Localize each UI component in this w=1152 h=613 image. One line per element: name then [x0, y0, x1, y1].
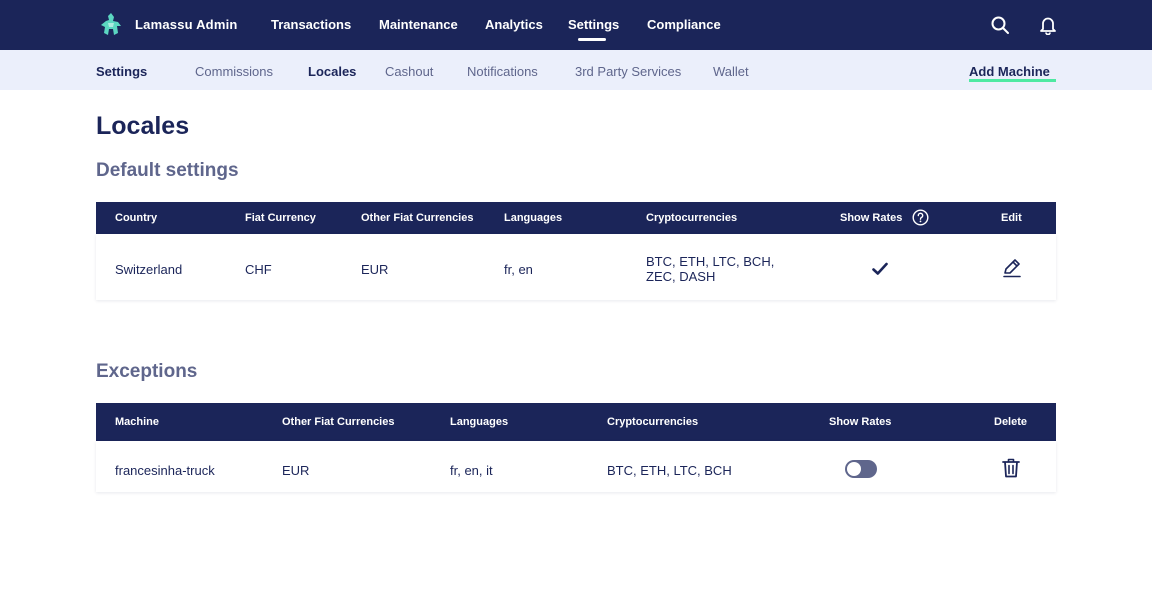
pencil-icon[interactable]	[1002, 258, 1022, 278]
header-other-fiat-currencies: Other Fiat Currencies	[282, 416, 395, 428]
header-cryptocurrencies: Cryptocurrencies	[607, 416, 699, 428]
subnav-settings[interactable]: Settings	[96, 64, 147, 79]
nav-maintenance[interactable]: Maintenance	[379, 17, 458, 32]
nav-settings[interactable]: Settings	[568, 17, 619, 32]
add-machine-button[interactable]: Add Machine	[969, 64, 1050, 79]
header-show-rates: Show Rates	[829, 416, 892, 428]
lamassu-logo-icon[interactable]	[101, 13, 121, 35]
check-icon	[872, 262, 888, 275]
help-circle-icon[interactable]	[912, 209, 929, 226]
cell-languages: fr, en, it	[450, 463, 493, 478]
bell-icon[interactable]	[1038, 15, 1058, 35]
subnav-3rd-party-services[interactable]: 3rd Party Services	[575, 64, 681, 79]
header-delete: Delete	[994, 416, 1028, 428]
nav-compliance[interactable]: Compliance	[647, 17, 721, 32]
header-languages: Languages	[450, 416, 509, 428]
show-rates-toggle[interactable]	[845, 460, 877, 478]
exceptions-title: Exceptions	[96, 361, 198, 382]
header-other-fiat-currencies: Other Fiat Currencies	[361, 212, 474, 224]
header-cryptocurrencies: Cryptocurrencies	[646, 212, 738, 224]
cell-other-fiat-currencies: EUR	[282, 463, 310, 478]
subnav-commissions[interactable]: Commissions	[195, 64, 273, 79]
cell-fiat-currency: CHF	[245, 262, 272, 277]
trash-icon[interactable]	[1002, 458, 1020, 478]
header-fiat-currency: Fiat Currency	[245, 212, 316, 224]
subnav-locales[interactable]: Locales	[308, 64, 356, 79]
header-country: Country	[115, 212, 158, 224]
page-title: Locales	[96, 112, 190, 140]
subnav-cashout[interactable]: Cashout	[385, 64, 433, 79]
search-icon[interactable]	[990, 15, 1010, 35]
header-edit: Edit	[1001, 212, 1022, 224]
table-row: francesinha-truck EUR fr, en, it BTC, ET…	[96, 441, 1056, 492]
subnav-wallet[interactable]: Wallet	[713, 64, 749, 79]
cell-country: Switzerland	[115, 262, 183, 277]
subnav-notifications[interactable]: Notifications	[467, 64, 538, 79]
toggle-knob	[847, 462, 861, 476]
add-machine-underline	[969, 79, 1056, 82]
nav-analytics[interactable]: Analytics	[485, 17, 543, 32]
header-languages: Languages	[504, 212, 563, 224]
cell-cryptocurrencies: BTC, ETH, LTC, BCH	[607, 463, 732, 478]
brand-name[interactable]: Lamassu Admin	[135, 17, 238, 32]
nav-transactions[interactable]: Transactions	[271, 17, 351, 32]
cell-machine: francesinha-truck	[115, 463, 215, 478]
active-nav-indicator	[578, 38, 606, 41]
cell-languages: fr, en	[504, 262, 533, 277]
header-machine: Machine	[115, 416, 160, 428]
default-table-row: Switzerland CHF EUR fr, en BTC, ETH, LTC…	[96, 234, 1056, 300]
header-show-rates: Show Rates	[840, 212, 903, 224]
cell-other-fiat-currencies: EUR	[361, 262, 389, 277]
exceptions-table-header: Machine Other Fiat Currencies Languages …	[96, 403, 1056, 441]
cell-cryptocurrencies: BTC, ETH, LTC, BCH, ZEC, DASH	[646, 254, 775, 284]
default-table-header: Country Fiat Currency Other Fiat Currenc…	[96, 202, 1056, 234]
default-settings-title: Default settings	[96, 160, 239, 181]
